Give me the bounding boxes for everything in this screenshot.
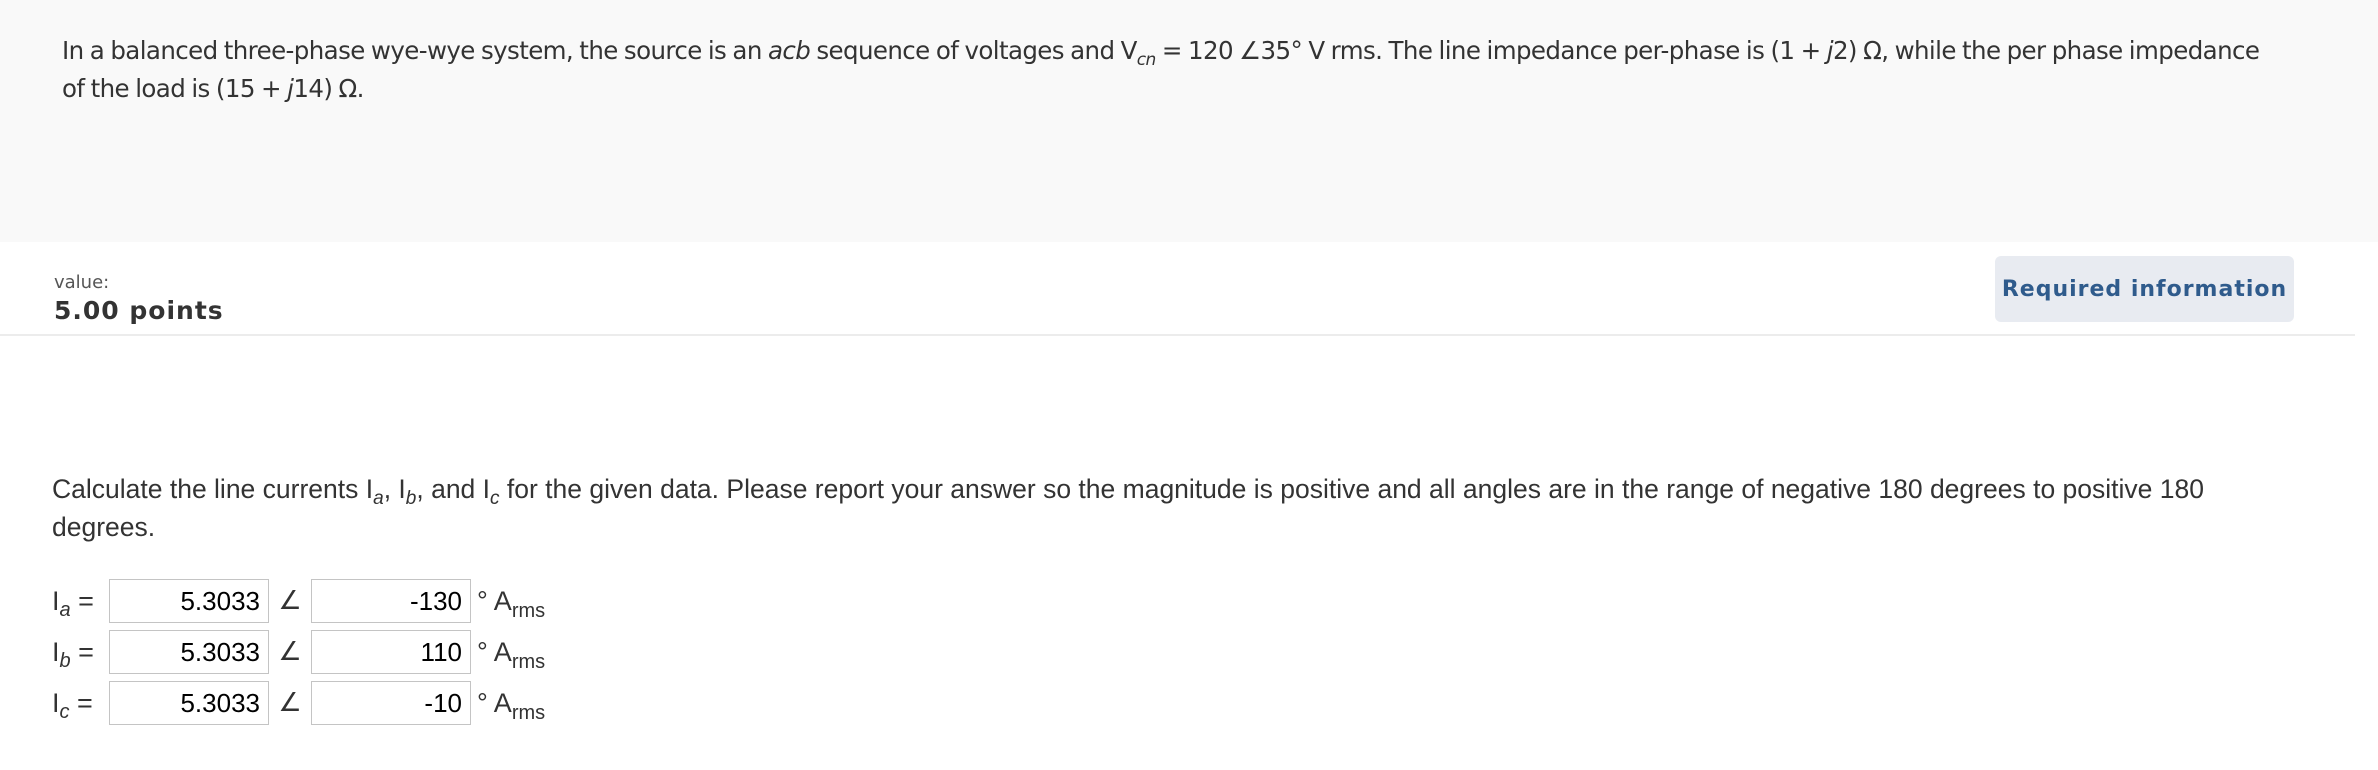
instruction-segment: degrees. (52, 512, 156, 542)
instruction-segment: , and I (416, 474, 491, 504)
sequence-label: acb (767, 36, 811, 65)
question-text-segment: In a balanced three-phase wye-wye system… (62, 36, 768, 65)
subscript: b (405, 488, 417, 509)
unit-subscript: rms (511, 650, 546, 673)
question-text-segment: sequence of voltages and V (810, 36, 1137, 65)
value-points: 5.00 points (54, 296, 224, 325)
subscript: a (373, 488, 384, 509)
magnitude-input-ia[interactable] (109, 579, 269, 623)
unit-label: ° Arms (477, 585, 545, 621)
equals-sign: = (70, 585, 94, 616)
divider (0, 334, 2355, 336)
row-label: Ia = (52, 585, 109, 620)
voltage-subscript: cn (1136, 50, 1157, 70)
angle-input-ic[interactable] (311, 681, 471, 725)
row-label: Ic = (52, 687, 109, 722)
angle-input-ib[interactable] (311, 630, 471, 674)
question-text-segment: = 120 ∠35° V rms. The line impedance per… (1155, 36, 1827, 65)
instruction-segment: , I (383, 474, 406, 504)
subscript: c (59, 700, 70, 723)
subscript: c (490, 488, 500, 509)
answer-row-ia: Ia = ∠ ° Arms (52, 579, 545, 623)
magnitude-input-ib[interactable] (109, 630, 269, 674)
unit-subscript: rms (511, 701, 546, 724)
unit-subscript: rms (511, 599, 546, 622)
angle-icon: ∠ (278, 586, 302, 616)
question-text-segment: of the load is (15 + (62, 74, 288, 103)
unit-text: ° A (477, 636, 512, 667)
magnitude-input-ic[interactable] (109, 681, 269, 725)
equals-sign: = (70, 636, 94, 667)
unit-text: ° A (477, 687, 512, 718)
question-panel: In a balanced three-phase wye-wye system… (0, 0, 2378, 242)
equals-sign: = (69, 687, 93, 718)
angle-icon: ∠ (278, 637, 302, 667)
instruction-segment: Calculate the line currents I (52, 474, 374, 504)
question-text-segment: 2) Ω, while the per phase impedance (1832, 36, 2260, 65)
unit-label: ° Arms (477, 636, 545, 672)
answer-row-ib: Ib = ∠ ° Arms (52, 630, 545, 674)
unit-label: ° Arms (477, 687, 545, 723)
answer-row-ic: Ic = ∠ ° Arms (52, 681, 545, 725)
unit-text: ° A (477, 585, 512, 616)
question-text-segment: 14) Ω. (293, 74, 364, 103)
subscript: b (59, 649, 71, 672)
angle-input-ia[interactable] (311, 579, 471, 623)
required-information-button[interactable]: Required information (1995, 256, 2294, 322)
current-symbol: I (52, 687, 60, 718)
instruction-text: Calculate the line currents Ia, Ib, and … (52, 470, 2372, 546)
instruction-segment: for the given data. Please report your a… (499, 474, 2204, 504)
current-symbol: I (52, 636, 60, 667)
question-text: In a balanced three-phase wye-wye system… (62, 32, 2372, 108)
value-label: value: (54, 272, 110, 293)
row-label: Ib = (52, 636, 109, 671)
angle-icon: ∠ (278, 688, 302, 718)
current-symbol: I (52, 585, 60, 616)
subscript: a (59, 598, 71, 621)
